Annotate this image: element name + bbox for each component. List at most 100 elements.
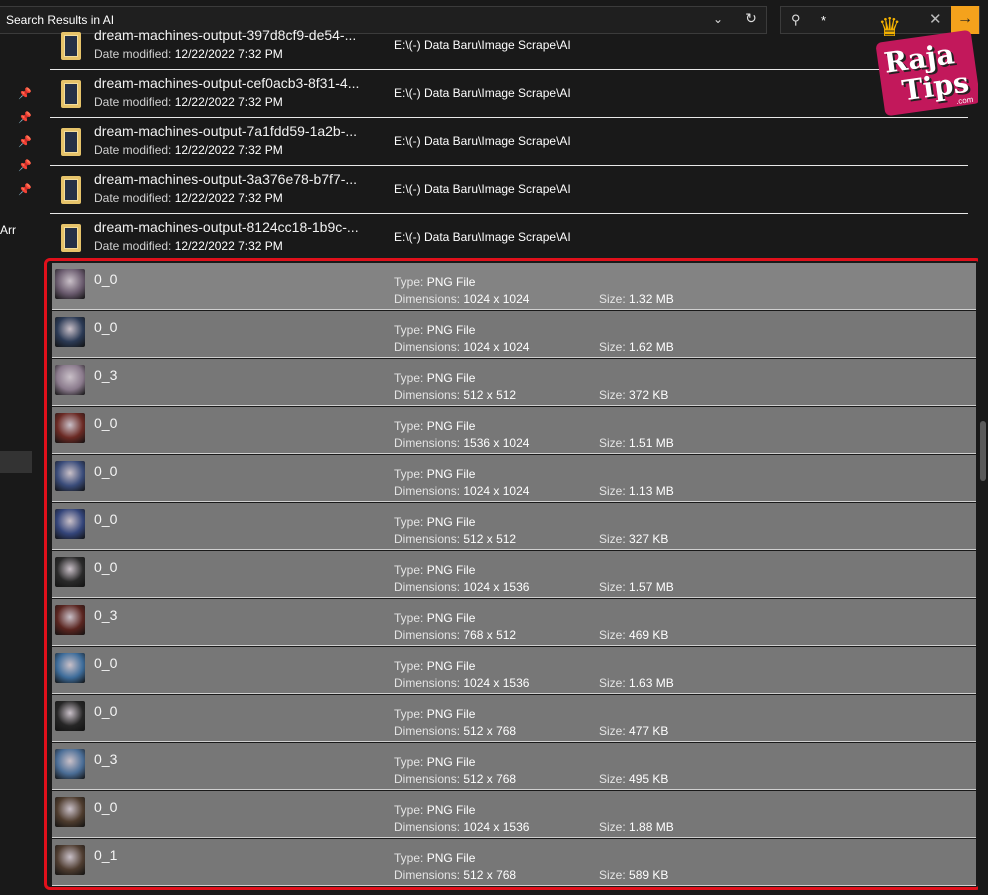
file-name: 0_0: [94, 703, 118, 719]
file-name: 0_0: [94, 559, 118, 575]
file-type: Type: PNG File: [394, 803, 476, 817]
list-item[interactable]: dream-machines-output-397d8cf9-de54-... …: [50, 23, 968, 70]
navigation-pane: 📌 📌 📌 📌 Arr 📌: [0, 41, 48, 895]
file-type: Type: PNG File: [394, 707, 476, 721]
scrollbar-thumb[interactable]: [980, 421, 986, 481]
item-path: E:\(-) Data Baru\Image Scrape\AI: [394, 134, 571, 148]
file-row[interactable]: 0_3 Type: PNG File Dimensions: 512 x 512 Si…: [52, 359, 976, 406]
file-dimensions: Dimensions: 768 x 512: [394, 628, 517, 642]
scrollbar[interactable]: [978, 41, 988, 895]
image-thumbnail: [55, 653, 85, 683]
image-thumbnail: [55, 749, 85, 779]
file-type: Type: PNG File: [394, 611, 476, 625]
file-row[interactable]: 0_0 Type: PNG File Dimensions: 512 x 768 Si…: [52, 695, 976, 742]
file-name: 0_0: [94, 319, 118, 335]
item-name: dream-machines-output-cef0acb3-8f31-4...: [94, 75, 360, 91]
list-item[interactable]: dream-machines-output-7a1fdd59-1a2b-... …: [50, 119, 968, 166]
item-name: dream-machines-output-397d8cf9-de54-...: [94, 27, 357, 43]
image-thumbnail: [55, 605, 85, 635]
item-path: E:\(-) Data Baru\Image Scrape\AI: [394, 230, 571, 244]
file-name: 0_0: [94, 415, 118, 431]
pin-icon: 📌: [18, 88, 32, 100]
results-list: dream-machines-output-397d8cf9-de54-... …: [50, 27, 976, 895]
file-dimensions: Dimensions: 1024 x 1536: [394, 676, 530, 690]
item-meta: Date modified: 12/22/2022 7:32 PM: [94, 143, 283, 157]
file-name: 0_0: [94, 655, 118, 671]
file-size: Size: 495 KB: [599, 772, 669, 786]
file-type: Type: PNG File: [394, 323, 476, 337]
file-type: Type: PNG File: [394, 419, 476, 433]
file-name: 0_3: [94, 367, 118, 383]
file-name: 0_0: [94, 271, 118, 287]
file-name: 0_3: [94, 751, 118, 767]
folder-icon: [59, 78, 81, 108]
image-thumbnail: [55, 701, 85, 731]
file-dimensions: Dimensions: 512 x 768: [394, 772, 517, 786]
file-row[interactable]: 0_3 Type: PNG File Dimensions: 512 x 768 Si…: [52, 743, 976, 790]
file-dimensions: Dimensions: 1024 x 1024: [394, 340, 530, 354]
file-type: Type: PNG File: [394, 371, 476, 385]
file-type: Type: PNG File: [394, 467, 476, 481]
pin-icon: 📌: [18, 184, 32, 196]
file-row[interactable]: 0_0 Type: PNG File Dimensions: 1536 x 1024…: [52, 407, 976, 454]
nav-selected-item[interactable]: [0, 451, 32, 473]
list-item[interactable]: dream-machines-output-8124cc18-1b9c-... …: [50, 215, 968, 262]
file-dimensions: Dimensions: 1024 x 1536: [394, 580, 530, 594]
file-size: Size: 477 KB: [599, 724, 669, 738]
file-size: Size: 469 KB: [599, 628, 669, 642]
file-name: 0_0: [94, 463, 118, 479]
pin-icon: 📌: [18, 112, 32, 124]
file-dimensions: Dimensions: 1024 x 1024: [394, 484, 530, 498]
file-row[interactable]: 0_0 Type: PNG File Dimensions: 512 x 512 Si…: [52, 503, 976, 550]
file-type: Type: PNG File: [394, 515, 476, 529]
file-type: Type: PNG File: [394, 851, 476, 865]
file-name: 0_0: [94, 511, 118, 527]
folder-icon: [59, 174, 81, 204]
image-thumbnail: [55, 413, 85, 443]
file-type: Type: PNG File: [394, 755, 476, 769]
file-row[interactable]: 0_0 Type: PNG File Dimensions: 1024 x 1536…: [52, 791, 976, 838]
file-row[interactable]: 0_0 Type: PNG File Dimensions: 1024 x 1024…: [52, 455, 976, 502]
crown-icon: ♛: [878, 12, 902, 42]
folder-icon: [59, 30, 81, 60]
list-item[interactable]: dream-machines-output-cef0acb3-8f31-4...…: [50, 71, 968, 118]
file-size: Size: 589 KB: [599, 868, 669, 882]
file-type: Type: PNG File: [394, 659, 476, 673]
image-thumbnail: [55, 317, 85, 347]
folder-icon: [59, 126, 81, 156]
image-thumbnail: [55, 365, 85, 395]
item-path: E:\(-) Data Baru\Image Scrape\AI: [394, 182, 571, 196]
file-row[interactable]: 0_3 Type: PNG File Dimensions: 768 x 512 Si…: [52, 599, 976, 646]
file-size: Size: 1.13 MB: [599, 484, 674, 498]
list-item[interactable]: dream-machines-output-3a376e78-b7f7-... …: [50, 167, 968, 214]
image-thumbnail: [55, 797, 85, 827]
file-size: Size: 1.32 MB: [599, 292, 674, 306]
image-thumbnail: [55, 509, 85, 539]
file-row[interactable]: 0_0 Type: PNG File Dimensions: 1024 x 1024…: [52, 263, 976, 310]
pin-icon: 📌: [18, 136, 32, 148]
file-dimensions: Dimensions: 512 x 768: [394, 868, 517, 882]
file-row[interactable]: 0_1 Type: PNG File Dimensions: 512 x 768 Si…: [52, 839, 976, 886]
item-name: dream-machines-output-7a1fdd59-1a2b-...: [94, 123, 358, 139]
file-dimensions: Dimensions: 1024 x 1536: [394, 820, 530, 834]
file-row[interactable]: 0_0 Type: PNG File Dimensions: 1024 x 1024…: [52, 311, 976, 358]
image-thumbnail: [55, 845, 85, 875]
file-row[interactable]: 0_0 Type: PNG File Dimensions: 1024 x 1536…: [52, 551, 976, 598]
item-meta: Date modified: 12/22/2022 7:32 PM: [94, 239, 283, 253]
logo: ♛ Raja Tips .com: [872, 12, 982, 117]
file-dimensions: Dimensions: 512 x 768: [394, 724, 517, 738]
file-name: 0_3: [94, 607, 118, 623]
file-size: Size: 372 KB: [599, 388, 669, 402]
nav-item-label[interactable]: Arr: [0, 223, 16, 237]
item-meta: Date modified: 12/22/2022 7:32 PM: [94, 191, 283, 205]
file-dimensions: Dimensions: 512 x 512: [394, 388, 517, 402]
file-size: Size: 1.63 MB: [599, 676, 674, 690]
file-name: 0_0: [94, 799, 118, 815]
item-meta: Date modified: 12/22/2022 7:32 PM: [94, 47, 283, 61]
file-size: Size: 1.57 MB: [599, 580, 674, 594]
file-dimensions: Dimensions: 512 x 512: [394, 532, 517, 546]
file-size: Size: 1.88 MB: [599, 820, 674, 834]
file-row[interactable]: 0_0 Type: PNG File Dimensions: 1024 x 1536…: [52, 647, 976, 694]
file-dimensions: Dimensions: 1024 x 1024: [394, 292, 530, 306]
item-path: E:\(-) Data Baru\Image Scrape\AI: [394, 38, 571, 52]
